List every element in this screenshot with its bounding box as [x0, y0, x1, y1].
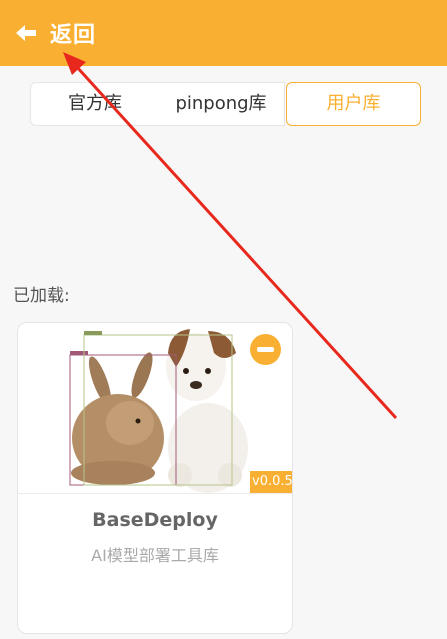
- loaded-section-label: 已加载:: [13, 286, 70, 306]
- back-button[interactable]: 返回: [14, 16, 96, 50]
- library-card-basedeploy[interactable]: v0.0.5 BaseDeploy AI模型部署工具库: [17, 322, 293, 634]
- library-description: AI模型部署工具库: [91, 546, 219, 565]
- remove-library-button[interactable]: [250, 334, 281, 365]
- tab-official-library[interactable]: 官方库: [30, 82, 160, 126]
- tab-pinpong-library[interactable]: pinpong库: [158, 82, 285, 126]
- card-divider: [18, 493, 292, 494]
- tab-user-library[interactable]: 用户库: [286, 82, 421, 126]
- app-header: 返回: [0, 0, 447, 66]
- version-badge: v0.0.5: [250, 471, 292, 493]
- minus-circle-icon: [257, 347, 274, 352]
- back-label: 返回: [50, 23, 97, 48]
- library-title: BaseDeploy: [92, 509, 218, 531]
- arrow-left-icon: [16, 25, 36, 41]
